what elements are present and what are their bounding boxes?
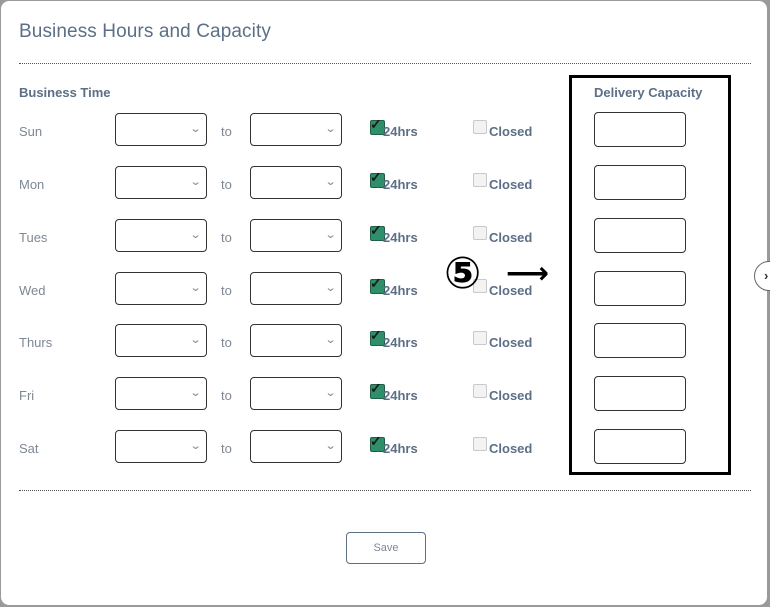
close-time-select[interactable]: ⌄ <box>250 430 342 463</box>
close-time-select[interactable]: ⌄ <box>250 377 342 410</box>
24hrs-label: 24hrs <box>383 124 418 139</box>
24hrs-label: 24hrs <box>383 283 418 298</box>
delivery-capacity-input[interactable] <box>594 271 686 306</box>
open-time-select[interactable]: ⌄ <box>115 113 207 146</box>
to-label: to <box>221 177 232 192</box>
closed-label: Closed <box>489 124 533 139</box>
checkmark-icon: ✓ <box>370 116 382 132</box>
checkmark-icon: ✓ <box>370 380 382 396</box>
close-time-select[interactable]: ⌄ <box>250 219 342 252</box>
chevron-down-icon: ⌄ <box>324 387 337 399</box>
close-time-select[interactable]: ⌄ <box>250 166 342 199</box>
day-label: Fri <box>19 388 35 403</box>
open-time-select[interactable]: ⌄ <box>115 324 207 357</box>
chevron-down-icon: ⌄ <box>324 334 337 346</box>
closed-label: Closed <box>489 441 533 456</box>
chevron-down-icon: ⌄ <box>189 176 202 188</box>
24hrs-label: 24hrs <box>383 335 418 350</box>
business-hours-modal: Business Hours and Capacity Business Tim… <box>1 1 767 605</box>
checkmark-icon: ✓ <box>370 222 382 238</box>
24hrs-label: 24hrs <box>383 388 418 403</box>
to-label: to <box>221 230 232 245</box>
chevron-down-icon: ⌄ <box>189 229 202 241</box>
day-row: Mon ⌄ to ⌄ ✓ 24hrs Closed <box>1 165 767 202</box>
chevron-down-icon: ⌄ <box>324 229 337 241</box>
chevron-down-icon: ⌄ <box>189 282 202 294</box>
day-row: Fri ⌄ to ⌄ ✓ 24hrs Closed <box>1 376 767 413</box>
to-label: to <box>221 335 232 350</box>
day-row: Sun ⌄ to ⌄ ✓ 24hrs Closed <box>1 112 767 149</box>
chevron-down-icon: ⌄ <box>324 440 337 452</box>
divider <box>19 490 751 491</box>
closed-label: Closed <box>489 177 533 192</box>
day-label: Thurs <box>19 335 53 350</box>
day-row: Sat ⌄ to ⌄ ✓ 24hrs Closed <box>1 429 767 466</box>
closed-checkbox[interactable] <box>473 226 487 240</box>
chevron-down-icon: ⌄ <box>189 440 202 452</box>
day-row: Tues ⌄ to ⌄ ✓ 24hrs Closed <box>1 218 767 255</box>
day-label: Sat <box>19 441 39 456</box>
delivery-capacity-input[interactable] <box>594 165 686 200</box>
open-time-select[interactable]: ⌄ <box>115 166 207 199</box>
close-time-select[interactable]: ⌄ <box>250 324 342 357</box>
open-time-select[interactable]: ⌄ <box>115 219 207 252</box>
delivery-capacity-input[interactable] <box>594 376 686 411</box>
delivery-capacity-input[interactable] <box>594 218 686 253</box>
closed-checkbox[interactable] <box>473 437 487 451</box>
closed-label: Closed <box>489 335 533 350</box>
day-label: Mon <box>19 177 45 192</box>
chevron-down-icon: ⌄ <box>189 334 202 346</box>
chevron-right-icon: › <box>764 268 769 283</box>
checkmark-icon: ✓ <box>370 169 382 185</box>
delivery-capacity-input[interactable] <box>594 429 686 464</box>
to-label: to <box>221 388 232 403</box>
delivery-capacity-input[interactable] <box>594 112 686 147</box>
day-label: Tues <box>19 230 48 245</box>
chevron-down-icon: ⌄ <box>324 282 337 294</box>
to-label: to <box>221 283 232 298</box>
24hrs-label: 24hrs <box>383 230 418 245</box>
open-time-select[interactable]: ⌄ <box>115 272 207 305</box>
day-label: Wed <box>19 283 46 298</box>
closed-checkbox[interactable] <box>473 120 487 134</box>
day-row: Thurs ⌄ to ⌄ ✓ 24hrs Closed <box>1 323 767 360</box>
to-label: to <box>221 124 232 139</box>
24hrs-label: 24hrs <box>383 177 418 192</box>
save-button[interactable]: Save <box>346 532 426 564</box>
open-time-select[interactable]: ⌄ <box>115 377 207 410</box>
business-time-label: Business Time <box>19 85 111 100</box>
checkmark-icon: ✓ <box>370 327 382 343</box>
annotation-arrow: ⟶ <box>506 256 550 291</box>
closed-label: Closed <box>489 388 533 403</box>
close-time-select[interactable]: ⌄ <box>250 272 342 305</box>
step-marker: ⑤ <box>444 248 482 299</box>
chevron-down-icon: ⌄ <box>324 123 337 135</box>
modal-title: Business Hours and Capacity <box>19 21 271 42</box>
divider <box>19 63 751 64</box>
closed-checkbox[interactable] <box>473 384 487 398</box>
chevron-down-icon: ⌄ <box>324 176 337 188</box>
closed-label: Closed <box>489 230 533 245</box>
day-label: Sun <box>19 124 43 139</box>
close-time-select[interactable]: ⌄ <box>250 113 342 146</box>
closed-checkbox[interactable] <box>473 173 487 187</box>
open-time-select[interactable]: ⌄ <box>115 430 207 463</box>
closed-checkbox[interactable] <box>473 331 487 345</box>
delivery-capacity-input[interactable] <box>594 323 686 358</box>
checkmark-icon: ✓ <box>370 275 382 291</box>
chevron-down-icon: ⌄ <box>189 123 202 135</box>
day-row: Wed ⌄ to ⌄ ✓ 24hrs Closed <box>1 271 767 308</box>
checkmark-icon: ✓ <box>370 433 382 449</box>
24hrs-label: 24hrs <box>383 441 418 456</box>
to-label: to <box>221 441 232 456</box>
chevron-down-icon: ⌄ <box>189 387 202 399</box>
